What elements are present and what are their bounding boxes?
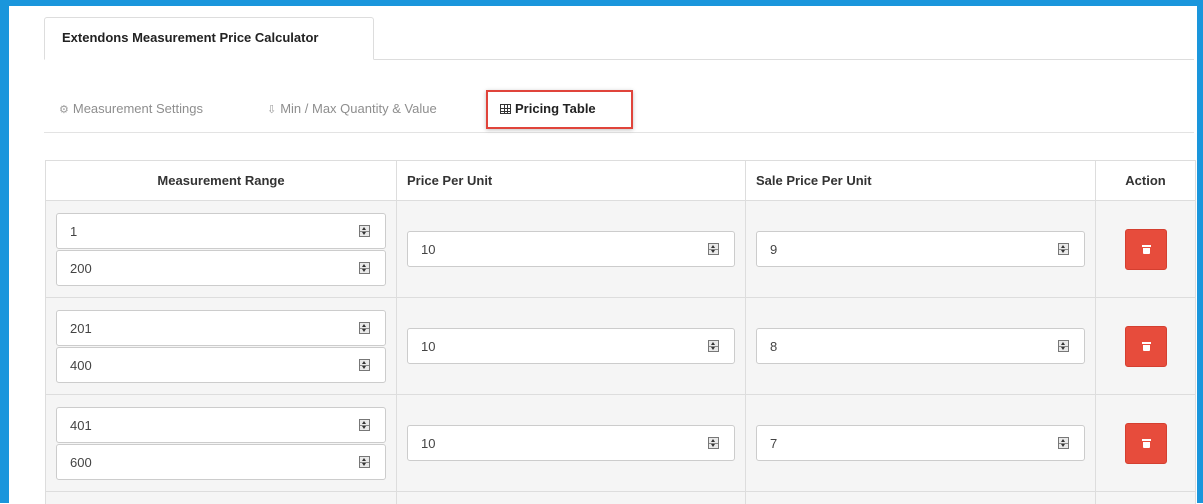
input-value: 7	[770, 436, 778, 451]
spinner-icon[interactable]	[1058, 340, 1069, 352]
table-row: 201 400 10 8	[45, 297, 1196, 395]
range-max-input[interactable]: 400	[56, 346, 386, 383]
price-per-unit-input[interactable]: 10	[407, 231, 735, 267]
subtab-divider	[44, 132, 1194, 133]
highlight-box	[486, 90, 633, 129]
spinner-icon[interactable]	[359, 358, 370, 371]
input-value: 10	[421, 436, 436, 451]
spinner-icon[interactable]	[359, 224, 370, 237]
window-frame: Extendons Measurement Price Calculator ⚙…	[0, 0, 1203, 504]
sale-cell: 8	[745, 297, 1096, 395]
sale-price-per-unit-input[interactable]: 7	[756, 425, 1085, 461]
trash-icon	[1141, 244, 1151, 254]
subtab-label: Min / Max Quantity & Value	[280, 101, 437, 116]
header-price-per-unit: Price Per Unit	[396, 160, 746, 201]
delete-button[interactable]	[1124, 325, 1167, 367]
range-cell: 1 200	[45, 200, 397, 298]
table-row-partial	[45, 491, 1196, 504]
spinner-icon[interactable]	[359, 261, 370, 274]
subtab-min-max-quantity-value[interactable]: ⇩ Min / Max Quantity & Value	[267, 89, 437, 129]
sale-cell: 7	[745, 394, 1096, 492]
table-row: 1 200 10 9	[45, 200, 1196, 298]
range-cell: 401 600	[45, 394, 397, 492]
input-value: 8	[770, 339, 778, 354]
input-value: 10	[421, 242, 436, 257]
header-action: Action	[1095, 160, 1196, 201]
sale-cell: 9	[745, 200, 1096, 298]
tab-extendons-measurement-price-calculator[interactable]: Extendons Measurement Price Calculator	[44, 17, 374, 60]
range-max-input[interactable]: 600	[56, 443, 386, 480]
spinner-icon[interactable]	[708, 437, 719, 449]
input-value: 401	[70, 417, 92, 433]
sort-amount-icon: ⇩	[267, 104, 277, 116]
range-max-input[interactable]: 200	[56, 249, 386, 286]
range-min-input[interactable]: 1	[56, 212, 386, 249]
action-cell	[1095, 200, 1196, 298]
input-value: 9	[770, 242, 778, 257]
spinner-icon[interactable]	[1058, 437, 1069, 449]
price-per-unit-input[interactable]: 10	[407, 328, 735, 364]
input-value: 1	[70, 223, 78, 239]
spinner-icon[interactable]	[708, 340, 719, 352]
trash-icon	[1141, 438, 1151, 448]
input-value: 400	[70, 357, 92, 373]
trash-icon	[1141, 341, 1151, 351]
spinner-icon[interactable]	[359, 418, 370, 431]
sale-price-per-unit-input[interactable]: 9	[756, 231, 1085, 267]
spinner-icon[interactable]	[708, 243, 719, 255]
price-cell: 10	[396, 297, 746, 395]
price-cell: 10	[396, 200, 746, 298]
input-value: 200	[70, 260, 92, 276]
price-per-unit-input[interactable]: 10	[407, 425, 735, 461]
subtab-label: Measurement Settings	[72, 101, 203, 116]
spinner-icon[interactable]	[359, 455, 370, 468]
spinner-icon[interactable]	[1058, 243, 1069, 255]
range-min-input[interactable]: 401	[56, 406, 386, 443]
header-measurement-range: Measurement Range	[45, 160, 397, 201]
gears-icon: ⚙	[59, 104, 69, 116]
spinner-icon[interactable]	[359, 321, 370, 334]
input-value: 10	[421, 339, 436, 354]
subtab-measurement-settings[interactable]: ⚙ Measurement Settings	[59, 89, 203, 129]
action-cell	[1095, 394, 1196, 492]
table-row: 401 600 10 7	[45, 394, 1196, 492]
delete-button[interactable]	[1124, 228, 1167, 270]
pricing-table: Measurement Range Price Per Unit Sale Pr…	[45, 160, 1196, 504]
input-value: 201	[70, 320, 92, 336]
range-cell: 201 400	[45, 297, 397, 395]
sale-price-per-unit-input[interactable]: 8	[756, 328, 1085, 364]
action-cell	[1095, 297, 1196, 395]
price-cell: 10	[396, 394, 746, 492]
header-sale-price-per-unit: Sale Price Per Unit	[745, 160, 1096, 201]
table-header-row: Measurement Range Price Per Unit Sale Pr…	[45, 160, 1196, 201]
range-min-input[interactable]: 201	[56, 309, 386, 346]
delete-button[interactable]	[1124, 422, 1167, 464]
input-value: 600	[70, 454, 92, 470]
